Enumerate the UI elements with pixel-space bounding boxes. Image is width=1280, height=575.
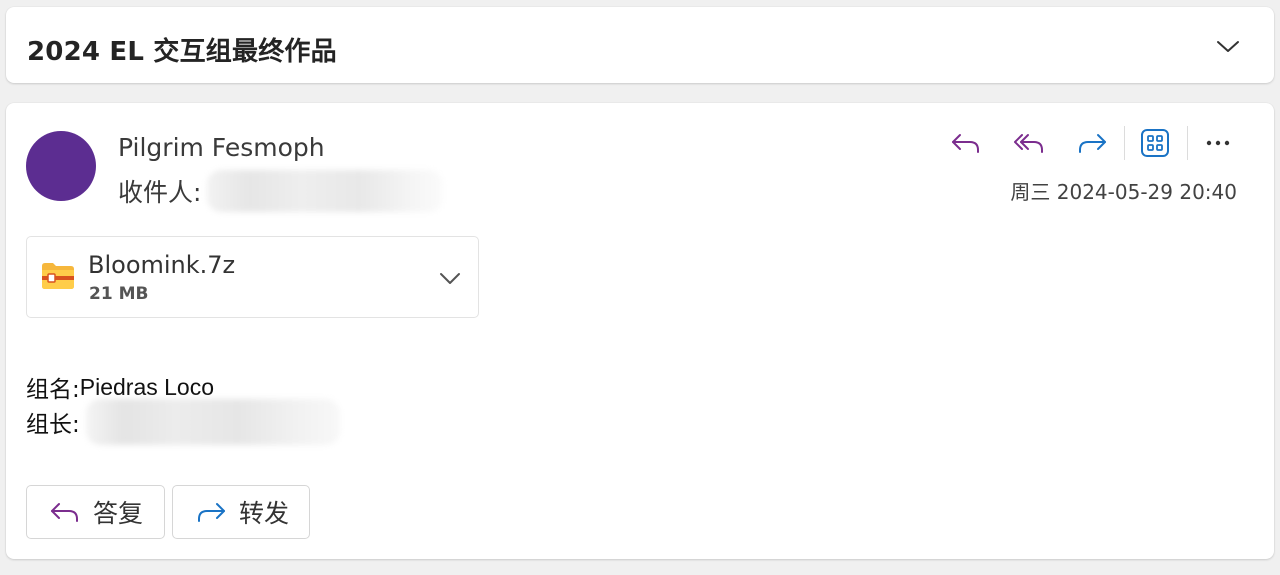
- subject-header: 2024 EL 交互组最终作品: [6, 7, 1274, 83]
- thread-subject: 2024 EL 交互组最终作品: [27, 37, 337, 67]
- attachment-menu-button[interactable]: [436, 264, 464, 292]
- message-card: Pilgrim Fesmoph 收件人: 周三 2024-05-29 20:40…: [6, 103, 1274, 559]
- apps-button[interactable]: [1137, 125, 1173, 161]
- forward-footer-label: 转发: [239, 499, 290, 528]
- reply-icon: [952, 134, 979, 153]
- avatar[interactable]: [26, 131, 96, 201]
- attachment-size: 21 MB: [89, 284, 149, 304]
- forward-footer-button[interactable]: 转发: [172, 485, 310, 539]
- message-actions: [948, 125, 1236, 161]
- more-horizontal-icon: [1206, 140, 1230, 146]
- more-actions-button[interactable]: [1200, 125, 1236, 161]
- reply-icon: [51, 503, 78, 522]
- forward-icon: [1079, 134, 1106, 153]
- redacted-leader: [85, 399, 340, 445]
- message-date: 周三 2024-05-29 20:40: [1010, 180, 1237, 204]
- attachment-card[interactable]: Bloomink.7z 21 MB: [26, 236, 479, 318]
- group-leader-label: 组长:: [26, 412, 80, 438]
- forward-button[interactable]: [1074, 125, 1110, 161]
- chevron-down-icon: [440, 272, 460, 284]
- forward-icon: [198, 503, 225, 522]
- collapse-thread-button[interactable]: [1212, 33, 1244, 61]
- reply-footer-button[interactable]: 答复: [26, 485, 165, 539]
- body-line-group-leader: 组长:: [26, 399, 340, 445]
- redacted-recipient: [207, 170, 444, 212]
- reply-footer-label: 答复: [93, 499, 144, 528]
- apps-grid-icon: [1141, 129, 1169, 157]
- divider: [1187, 126, 1188, 160]
- sender-name[interactable]: Pilgrim Fesmoph: [118, 133, 325, 162]
- divider: [1124, 126, 1125, 160]
- reply-button[interactable]: [948, 125, 984, 161]
- to-label: 收件人:: [118, 178, 202, 207]
- reply-all-button[interactable]: [1011, 125, 1047, 161]
- chevron-down-icon: [1217, 41, 1239, 52]
- zip-folder-icon: [42, 263, 74, 289]
- recipients-row: 收件人:: [118, 170, 444, 212]
- reply-all-icon: [1014, 134, 1043, 153]
- attachment-name: Bloomink.7z: [88, 251, 236, 279]
- group-name-value: Piedras Loco: [79, 373, 214, 400]
